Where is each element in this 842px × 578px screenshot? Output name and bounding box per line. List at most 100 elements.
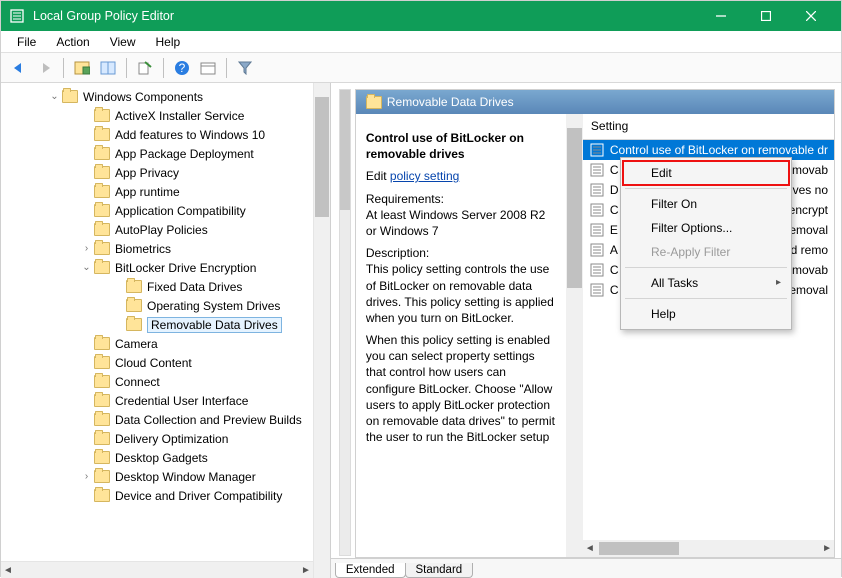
- context-menu-item[interactable]: Filter On: [623, 192, 789, 216]
- window-title: Local Group Policy Editor: [33, 9, 174, 23]
- context-menu-item[interactable]: All Tasks: [623, 271, 789, 295]
- tree-item[interactable]: ⌄Windows Components: [9, 87, 313, 106]
- tree-vertical-scrollbar[interactable]: [313, 83, 330, 578]
- policy-title: Control use of BitLocker on removable dr…: [366, 131, 524, 161]
- tree-item[interactable]: › Biometrics: [9, 239, 313, 258]
- menubar: File Action View Help: [1, 31, 841, 53]
- tree-toggle-icon[interactable]: ⌄: [49, 91, 60, 102]
- settings-horizontal-scrollbar[interactable]: ◄ ►: [583, 540, 834, 557]
- tree-item[interactable]: Cloud Content: [9, 353, 313, 372]
- scroll-left-icon[interactable]: ◄: [3, 565, 13, 576]
- folder-icon: [126, 318, 142, 331]
- tree-item-label: Connect: [115, 375, 160, 389]
- policy-icon: [589, 162, 605, 178]
- back-button[interactable]: [7, 56, 31, 80]
- tree-item-label: ActiveX Installer Service: [115, 109, 244, 123]
- tab-standard[interactable]: Standard: [405, 563, 474, 578]
- context-menu-item[interactable]: Edit: [623, 161, 789, 185]
- menu-view[interactable]: View: [100, 33, 146, 51]
- tree-item[interactable]: Operating System Drives: [9, 296, 313, 315]
- tree-item-label: Biometrics: [115, 242, 171, 256]
- scroll-right-icon[interactable]: ►: [822, 543, 832, 554]
- folder-icon: [94, 470, 110, 483]
- edit-policy-link[interactable]: policy setting: [390, 169, 459, 183]
- tree-item[interactable]: App Privacy: [9, 163, 313, 182]
- tree-item[interactable]: Fixed Data Drives: [9, 277, 313, 296]
- tree-item[interactable]: ⌄ BitLocker Drive Encryption: [9, 258, 313, 277]
- setting-label: C: [610, 263, 619, 277]
- tree-item[interactable]: App runtime: [9, 182, 313, 201]
- help-button[interactable]: ?: [170, 56, 194, 80]
- close-button[interactable]: [788, 1, 833, 31]
- tree-item[interactable]: AutoPlay Policies: [9, 220, 313, 239]
- tree-item[interactable]: Desktop Gadgets: [9, 448, 313, 467]
- folder-icon: [94, 375, 110, 388]
- context-menu-item[interactable]: Filter Options...: [623, 216, 789, 240]
- tree-item[interactable]: ActiveX Installer Service: [9, 106, 313, 125]
- scroll-right-icon[interactable]: ►: [301, 565, 311, 576]
- toolbar: ?: [1, 53, 841, 83]
- splitter-track[interactable]: [339, 89, 351, 556]
- titlebar: Local Group Policy Editor: [1, 1, 841, 31]
- tree-item[interactable]: Delivery Optimization: [9, 429, 313, 448]
- folder-icon: [94, 109, 110, 122]
- export-button[interactable]: [133, 56, 157, 80]
- tree-item-label: App Package Deployment: [115, 147, 254, 161]
- folder-icon: [94, 451, 110, 464]
- policy-icon: [589, 142, 605, 158]
- description-scrollbar[interactable]: [566, 114, 583, 557]
- tab-extended[interactable]: Extended: [335, 563, 406, 578]
- folder-icon: [94, 204, 110, 217]
- tree-pane: ⌄Windows Components ActiveX Installer Ser…: [1, 83, 331, 578]
- policy-icon: [589, 182, 605, 198]
- folder-icon: [94, 432, 110, 445]
- folder-icon: [94, 147, 110, 160]
- tree-toggle-icon[interactable]: ›: [81, 471, 92, 482]
- menu-help[interactable]: Help: [146, 33, 191, 51]
- app-icon: [9, 8, 25, 24]
- tree-toggle-icon[interactable]: ⌄: [81, 262, 92, 273]
- tree-item[interactable]: Data Collection and Preview Builds: [9, 410, 313, 429]
- folder-icon: [62, 90, 78, 103]
- filter-button[interactable]: [233, 56, 257, 80]
- tree-item[interactable]: Connect: [9, 372, 313, 391]
- folder-icon: [94, 261, 110, 274]
- tree-item-label: App Privacy: [115, 166, 179, 180]
- tree-item-label: Data Collection and Preview Builds: [115, 413, 302, 427]
- tree-item[interactable]: Application Compatibility: [9, 201, 313, 220]
- maximize-button[interactable]: [743, 1, 788, 31]
- show-hide-tree-button[interactable]: [70, 56, 94, 80]
- folder-icon: [94, 413, 110, 426]
- tree-item[interactable]: App Package Deployment: [9, 144, 313, 163]
- setting-label: A: [610, 243, 618, 257]
- tree-toggle-icon[interactable]: ›: [81, 243, 92, 254]
- tree-item-label: AutoPlay Policies: [115, 223, 208, 237]
- menu-action[interactable]: Action: [46, 33, 99, 51]
- settings-column-header[interactable]: Setting: [583, 114, 834, 140]
- tree-item[interactable]: Credential User Interface: [9, 391, 313, 410]
- tree-item[interactable]: Add features to Windows 10: [9, 125, 313, 144]
- tree-item[interactable]: ›Desktop Window Manager: [9, 467, 313, 486]
- tree-item-label: Credential User Interface: [115, 394, 248, 408]
- folder-icon: [94, 337, 110, 350]
- tree-item-label: Add features to Windows 10: [115, 128, 265, 142]
- folder-icon: [94, 242, 110, 255]
- context-menu-item[interactable]: Help: [623, 302, 789, 326]
- folder-icon: [126, 280, 142, 293]
- detail-tabs: Extended Standard: [331, 558, 841, 578]
- folder-icon: [94, 128, 110, 141]
- tree-item-label: BitLocker Drive Encryption: [115, 261, 256, 275]
- scroll-left-icon[interactable]: ◄: [585, 543, 595, 554]
- minimize-button[interactable]: [698, 1, 743, 31]
- refresh-button[interactable]: [196, 56, 220, 80]
- properties-button[interactable]: [96, 56, 120, 80]
- tree-item[interactable]: Removable Data Drives: [9, 315, 313, 334]
- folder-icon: [94, 356, 110, 369]
- folder-icon: [126, 299, 142, 312]
- setting-label: D: [610, 183, 619, 197]
- tree-item[interactable]: Device and Driver Compatibility: [9, 486, 313, 505]
- tree-item[interactable]: Camera: [9, 334, 313, 353]
- tree-horizontal-scrollbar[interactable]: ◄ ►: [1, 561, 313, 578]
- forward-button[interactable]: [33, 56, 57, 80]
- menu-file[interactable]: File: [7, 33, 46, 51]
